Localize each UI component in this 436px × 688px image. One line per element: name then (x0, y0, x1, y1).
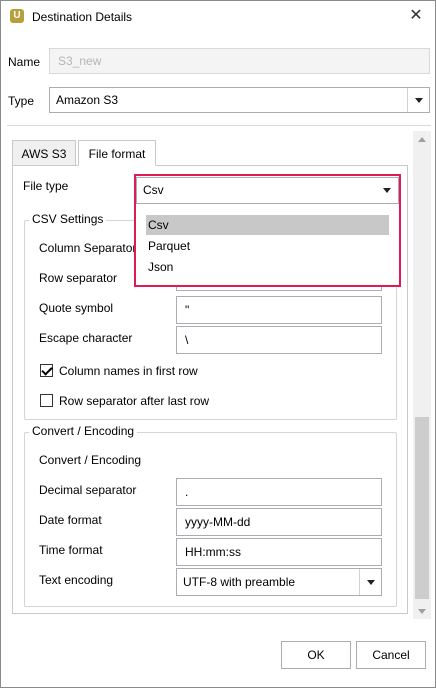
text-encoding-value: UTF-8 with preamble (183, 575, 296, 589)
ok-button[interactable]: OK (281, 641, 351, 669)
file-type-dropdown-button[interactable] (376, 178, 398, 202)
divider (7, 125, 431, 126)
convert-encoding-title: Convert / Encoding (29, 424, 138, 438)
file-type-option-json[interactable]: Json (146, 257, 389, 277)
dialog-window: U Destination Details ✕ Name S3_new Type… (0, 0, 436, 688)
title-bar: U Destination Details ✕ (1, 1, 435, 33)
chevron-down-icon (383, 188, 391, 193)
row-separator-after-checkbox[interactable] (40, 394, 53, 407)
type-select[interactable]: Amazon S3 (49, 87, 430, 113)
file-type-select-value: Csv (143, 183, 164, 197)
decimal-separator-input[interactable]: . (176, 478, 382, 506)
file-type-label: File type (23, 179, 69, 193)
column-names-label: Column names in first row (59, 364, 198, 378)
csv-settings-title: CSV Settings (29, 212, 107, 226)
window-title: Destination Details (32, 10, 133, 24)
text-encoding-label: Text encoding (39, 573, 114, 587)
file-type-dropdown-list: Csv Parquet Json (135, 204, 400, 286)
row-separator-label: Row separator (39, 271, 118, 285)
chevron-down-icon (367, 580, 375, 585)
date-format-input[interactable]: yyyy-MM-dd (176, 508, 382, 536)
file-type-select[interactable]: Csv (136, 177, 399, 204)
name-input[interactable]: S3_new (49, 48, 430, 74)
chevron-down-icon (415, 98, 423, 103)
time-format-label: Time format (39, 543, 103, 557)
decimal-separator-label: Decimal separator (39, 483, 137, 497)
column-names-checkbox[interactable] (40, 364, 53, 377)
convert-encoding-subheading: Convert / Encoding (39, 453, 142, 467)
text-encoding-select[interactable]: UTF-8 with preamble (176, 568, 382, 596)
scroll-up-icon[interactable] (418, 137, 426, 142)
escape-character-input[interactable]: \ (176, 326, 382, 354)
vertical-scrollbar[interactable] (413, 131, 431, 619)
convert-encoding-group: Convert / Encoding Convert / Encoding De… (24, 424, 397, 607)
time-format-input[interactable]: HH:mm:ss (176, 538, 382, 566)
scroll-down-icon[interactable] (418, 609, 426, 614)
quote-symbol-label: Quote symbol (39, 301, 114, 315)
file-type-option-parquet[interactable]: Parquet (146, 236, 389, 256)
tab-file-format[interactable]: File format (78, 140, 156, 166)
quote-symbol-input[interactable]: " (176, 296, 382, 324)
text-encoding-dropdown-button[interactable] (359, 569, 381, 595)
tab-aws-s3[interactable]: AWS S3 (12, 140, 76, 166)
scroll-thumb[interactable] (415, 417, 429, 599)
close-icon[interactable]: ✕ (407, 7, 425, 25)
cancel-button[interactable]: Cancel (356, 641, 426, 669)
row-separator-after-label: Row separator after last row (59, 394, 210, 408)
type-select-value: Amazon S3 (56, 93, 119, 107)
type-dropdown-button[interactable] (407, 88, 429, 112)
type-label: Type (8, 94, 35, 108)
column-separator-label: Column Separator (39, 241, 137, 255)
date-format-label: Date format (39, 513, 102, 527)
file-type-option-csv[interactable]: Csv (146, 215, 389, 235)
escape-character-label: Escape character (39, 331, 133, 345)
app-logo-icon: U (10, 9, 24, 23)
name-label: Name (8, 55, 41, 69)
